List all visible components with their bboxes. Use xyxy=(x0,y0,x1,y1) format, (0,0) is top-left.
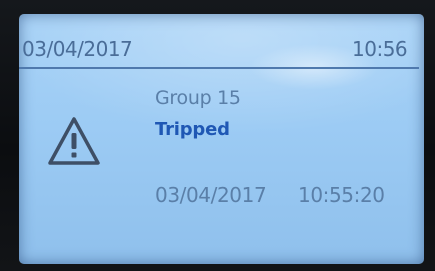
alarm-status: Tripped xyxy=(155,119,230,140)
event-date: 03/04/2017 xyxy=(155,183,267,207)
header-date: 03/04/2017 xyxy=(22,37,133,61)
event-time: 10:55:20 xyxy=(298,183,385,207)
header-divider xyxy=(19,67,419,69)
header-time: 10:56 xyxy=(352,37,408,61)
warning-triangle-icon xyxy=(48,117,100,165)
alarm-group: Group 15 xyxy=(155,87,241,109)
device-bezel: 03/04/2017 10:56 Group 15 Tripped 03/04/… xyxy=(0,0,435,271)
